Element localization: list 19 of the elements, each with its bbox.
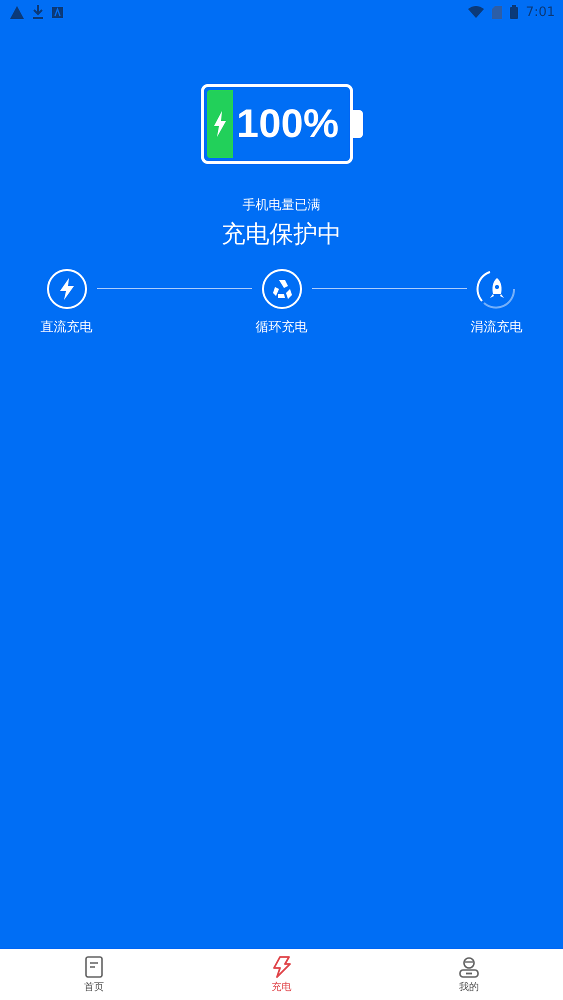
app-icon — [52, 6, 63, 18]
stage-label: 循环充电 — [256, 319, 308, 336]
nav-tab[interactable]: 我的 — [375, 949, 563, 1000]
clock: 7:01 — [526, 4, 555, 20]
user-icon — [458, 956, 480, 978]
wifi-icon — [468, 6, 484, 18]
headline: 充电保护中 — [222, 219, 342, 250]
download-icon — [32, 5, 44, 19]
stage-label: 涓流充电 — [470, 319, 522, 336]
nav-tab[interactable]: 充电 — [188, 949, 376, 1000]
stage-label: 直流充电 — [40, 319, 92, 336]
no-sim-icon — [492, 6, 502, 18]
lightning-icon — [272, 956, 292, 978]
warning-icon — [10, 6, 24, 18]
nav-tab[interactable]: 首页 — [0, 949, 188, 1000]
status-text: 手机电量已满 — [242, 197, 320, 214]
battery-icon — [510, 5, 518, 19]
battery-percentage: 100% — [236, 102, 339, 146]
document-icon — [84, 956, 104, 978]
